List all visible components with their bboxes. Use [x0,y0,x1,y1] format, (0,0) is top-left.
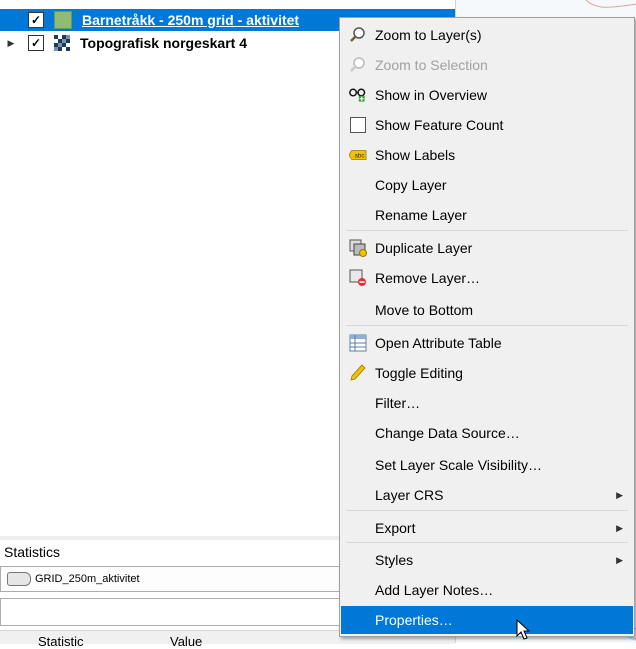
menu-separator [346,510,628,511]
statistics-field-input[interactable] [0,598,362,626]
combo-value: GRID_250m_aktivitet [35,573,140,585]
layer-context-menu: Zoom to Layer(s) Zoom to Selection Show … [339,17,635,637]
pencil-icon [349,364,367,381]
expand-arrow-icon[interactable]: ▶ [6,38,16,49]
attribute-table-icon [349,334,367,352]
submenu-arrow-icon: ▶ [616,489,623,500]
menu-toggle-editing[interactable]: Toggle Editing [341,359,633,387]
menu-separator [346,542,628,543]
remove-layer-icon [349,269,367,286]
menu-set-layer-scale-visibility[interactable]: Set Layer Scale Visibility… [341,451,633,479]
menu-zoom-to-layer[interactable]: Zoom to Layer(s) [341,21,633,49]
menu-filter[interactable]: Filter… [341,389,633,417]
raster-layer-icon [54,35,70,51]
statistics-title: Statistics [4,544,61,560]
menu-styles[interactable]: Styles ▶ [341,546,633,574]
labels-icon: abc [349,147,367,163]
menu-show-labels[interactable]: abc Show Labels [341,141,633,169]
overview-glasses-icon [349,87,367,103]
zoom-icon [349,27,367,43]
layer-name: Barnetråkk - 250m grid - aktivitet [82,12,300,28]
menu-export[interactable]: Export ▶ [341,514,633,542]
menu-zoom-to-selection[interactable]: Zoom to Selection [341,51,633,79]
menu-add-layer-notes[interactable]: Add Layer Notes… [341,576,633,604]
layer-visibility-checkbox[interactable]: ✓ [28,12,44,28]
duplicate-layer-icon [349,239,367,257]
menu-remove-layer[interactable]: Remove Layer… [341,264,633,292]
polygon-symbol-icon [54,11,72,29]
column-header-value[interactable]: Value [170,634,202,649]
menu-properties[interactable]: Properties… [341,606,633,634]
layer-visibility-checkbox[interactable]: ✓ [28,35,44,51]
menu-separator [346,230,628,231]
layer-name: Topografisk norgeskart 4 [80,35,248,51]
menu-change-data-source[interactable]: Change Data Source… [341,419,633,447]
menu-rename-layer[interactable]: Rename Layer [341,201,633,229]
menu-move-to-bottom[interactable]: Move to Bottom [341,296,633,324]
mouse-cursor-icon [516,619,530,640]
zoom-icon [349,57,367,73]
menu-copy-layer[interactable]: Copy Layer [341,171,633,199]
layer-row-topografisk[interactable]: ▶ ✓ Topografisk norgeskart 4 [0,32,247,54]
menu-show-feature-count[interactable]: Show Feature Count [341,111,633,139]
menu-show-in-overview[interactable]: Show in Overview [341,81,633,109]
statistics-layer-combo[interactable]: GRID_250m_aktivitet [0,566,362,592]
submenu-arrow-icon: ▶ [616,522,623,533]
menu-separator [346,325,628,326]
svg-text:abc: abc [354,153,364,160]
column-header-statistic[interactable]: Statistic [38,634,84,649]
menu-open-attribute-table[interactable]: Open Attribute Table [341,329,633,357]
checkbox-icon [349,117,367,133]
polygon-layer-icon [7,572,31,586]
menu-duplicate-layer[interactable]: Duplicate Layer [341,234,633,262]
submenu-arrow-icon: ▶ [616,554,623,565]
menu-layer-crs[interactable]: Layer CRS ▶ [341,481,633,509]
